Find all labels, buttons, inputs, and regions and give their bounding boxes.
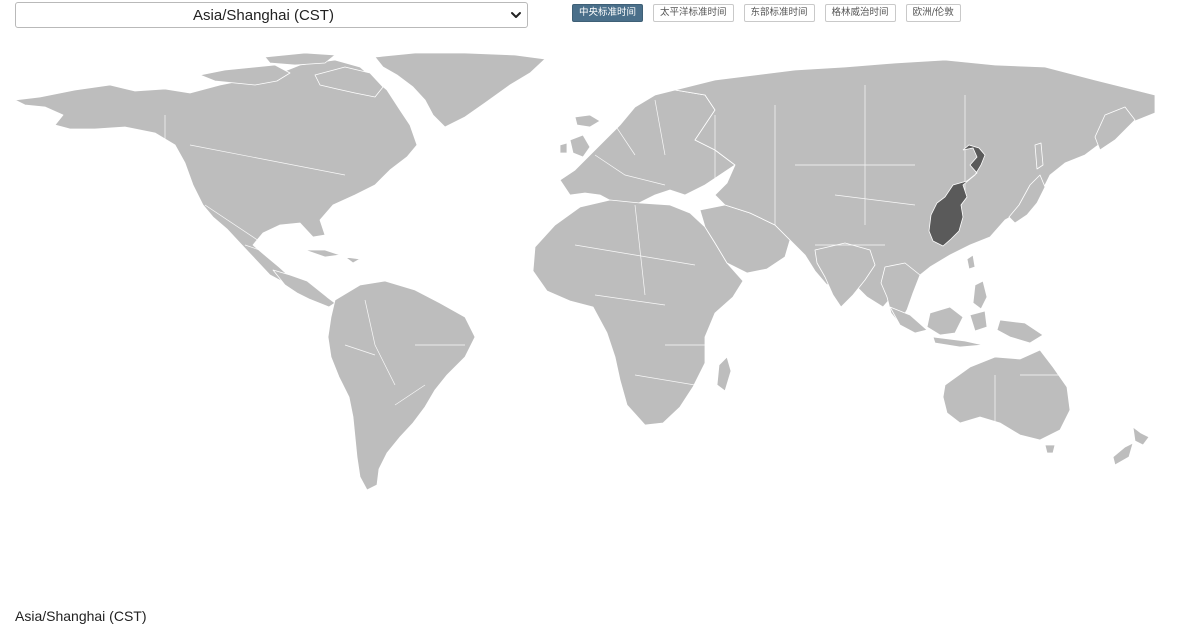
region-north-america[interactable]: [15, 59, 418, 291]
quick-timezone-buttons: 中央标准时间 太平洋标准时间 东部标准时间 格林威治时间 欧洲/伦敦: [572, 4, 961, 22]
timezone-map-app: Asia/Shanghai (CST) 中央标准时间 太平洋标准时间 东部标准时…: [0, 0, 1201, 639]
region-madagascar[interactable]: [716, 356, 732, 392]
region-british-isles[interactable]: [559, 134, 591, 158]
greenwich-time-button[interactable]: 格林威治时间: [824, 4, 896, 22]
timezone-select-container: Asia/Shanghai (CST): [15, 2, 528, 28]
region-india[interactable]: [814, 242, 876, 308]
world-map-svg[interactable]: [15, 45, 1155, 500]
central-standard-time-button[interactable]: 中央标准时间: [572, 4, 644, 22]
selected-timezone-label: Asia/Shanghai (CST): [15, 608, 147, 624]
region-iceland[interactable]: [574, 114, 601, 128]
region-taiwan[interactable]: [966, 254, 976, 270]
region-australia[interactable]: [942, 349, 1071, 441]
region-philippines[interactable]: [972, 280, 988, 310]
region-caribbean[interactable]: [304, 249, 361, 264]
region-arctic-north[interactable]: [264, 52, 336, 66]
pacific-standard-time-button[interactable]: 太平洋标准时间: [653, 4, 734, 22]
eastern-standard-time-button[interactable]: 东部标准时间: [743, 4, 815, 22]
region-new-guinea[interactable]: [996, 319, 1044, 344]
region-south-america[interactable]: [327, 280, 476, 491]
region-indonesia[interactable]: [889, 306, 988, 348]
timezone-select[interactable]: Asia/Shanghai (CST): [15, 2, 528, 28]
region-new-zealand[interactable]: [1112, 426, 1150, 466]
region-central-america[interactable]: [272, 269, 336, 308]
world-map[interactable]: [15, 45, 1155, 500]
europe-london-button[interactable]: 欧洲/伦敦: [905, 4, 961, 22]
region-tasmania[interactable]: [1044, 444, 1056, 454]
